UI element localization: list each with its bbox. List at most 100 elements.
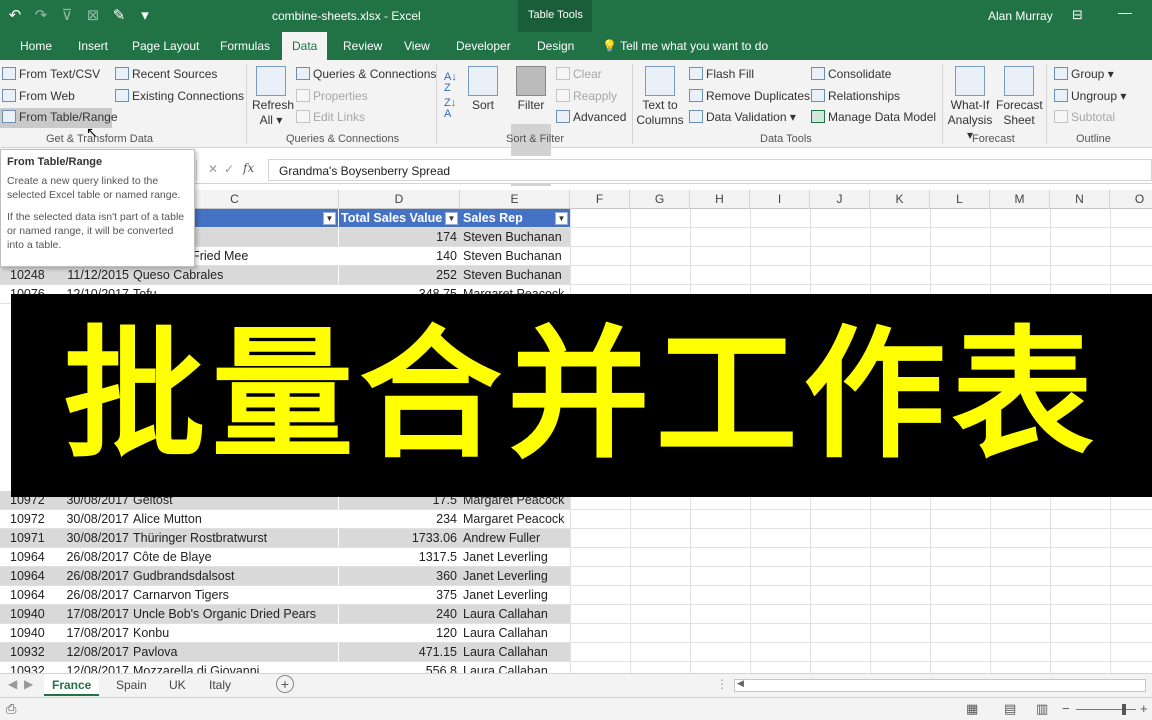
tab-insert[interactable]: Insert [68, 32, 118, 60]
ribbon-display-icon[interactable]: ⊟ [1072, 7, 1083, 23]
scroll-sheets-right-icon[interactable]: ▶ [24, 677, 33, 691]
column-header-g[interactable]: G [630, 190, 690, 209]
group-button[interactable]: Group ▾ [1054, 67, 1114, 81]
cell-sales-value[interactable]: 252 [339, 266, 460, 284]
new-sheet-icon[interactable]: + [276, 675, 294, 693]
remove-duplicates-button[interactable]: Remove Duplicates [689, 89, 810, 103]
column-header-j[interactable]: J [810, 190, 870, 209]
tab-design[interactable]: Design [527, 32, 584, 60]
cell-order-id[interactable]: 10932 [0, 662, 62, 673]
cell-order-id[interactable]: 10964 [0, 567, 62, 585]
cell-product[interactable]: Alice Mutton [131, 510, 339, 528]
cell-order-id[interactable]: 10248 [0, 266, 62, 284]
page-break-view-icon[interactable]: ▥ [1036, 701, 1048, 717]
minimize-icon[interactable]: — [1118, 4, 1132, 20]
cell-product[interactable]: Mozzarella di Giovanni [131, 662, 339, 673]
tell-me-search[interactable]: 💡 Tell me what you want to do [592, 32, 778, 60]
refresh-all-button[interactable]: Refresh All ▾ [252, 66, 294, 128]
sort-button[interactable]: Sort [468, 66, 498, 113]
table-row[interactable]: 10964 26/08/2017 Gudbrandsdalsost 360 Ja… [0, 567, 1152, 586]
column-header-m[interactable]: M [990, 190, 1050, 209]
redo-icon[interactable]: ↷ [28, 6, 54, 24]
sheet-tab-italy[interactable]: Italy [201, 674, 239, 696]
cell-sales-value[interactable]: 1733.06 [339, 529, 460, 547]
scroll-left-icon[interactable]: ◀ [737, 678, 744, 689]
splitter-icon[interactable]: ⋮ [716, 677, 728, 691]
confirm-icon[interactable]: ✓ [224, 162, 234, 176]
cell-sales-value[interactable]: 471.15 [339, 643, 460, 661]
queries-connections-button[interactable]: Queries & Connections [296, 67, 436, 81]
cell-date[interactable]: 26/08/2017 [62, 548, 131, 566]
cell-sales-value[interactable]: 174 [339, 228, 460, 246]
cell-product[interactable]: Uncle Bob's Organic Dried Pears [131, 605, 339, 623]
page-layout-view-icon[interactable]: ▤ [1004, 701, 1016, 717]
recent-sources-button[interactable]: Recent Sources [115, 67, 217, 81]
user-name[interactable]: Alan Murray [988, 9, 1053, 23]
formula-input[interactable]: Grandma's Boysenberry Spread [268, 159, 1152, 181]
horizontal-scrollbar[interactable]: ◀ [734, 678, 1146, 692]
column-header-i[interactable]: I [750, 190, 810, 209]
manage-data-model-button[interactable]: Manage Data Model [811, 110, 936, 124]
cancel-icon[interactable]: ✕ [208, 162, 218, 176]
cell-sales-rep[interactable]: Steven Buchanan [460, 247, 570, 265]
header-sales-rep[interactable]: Sales Rep ▼ [460, 209, 570, 227]
sort-az-icon[interactable]: A↓ Z [444, 72, 457, 94]
cell-date[interactable]: 17/08/2017 [62, 605, 131, 623]
table-row[interactable]: 10940 17/08/2017 Uncle Bob's Organic Dri… [0, 605, 1152, 624]
sort-za-icon[interactable]: Z↓ A [444, 98, 456, 120]
table-row[interactable]: 10932 12/08/2017 Mozzarella di Giovanni … [0, 662, 1152, 673]
advanced-filter-button[interactable]: Advanced [556, 110, 626, 124]
cell-sales-rep[interactable]: Janet Leverling [460, 567, 570, 585]
from-table-range-button[interactable]: From Table/Range [2, 110, 118, 124]
normal-view-icon[interactable]: ▦ [966, 701, 978, 717]
filter-dropdown-icon[interactable]: ▼ [555, 212, 568, 225]
cell-product[interactable]: Thüringer Rostbratwurst [131, 529, 339, 547]
cell-order-id[interactable]: 10940 [0, 605, 62, 623]
zoom-slider[interactable] [1076, 709, 1136, 710]
subtotal-button[interactable]: Subtotal [1054, 110, 1115, 124]
zoom-slider-thumb[interactable] [1122, 704, 1126, 715]
table-row[interactable]: 10248 11/12/2015 Queso Cabrales 252 Stev… [0, 266, 1152, 285]
column-header-l[interactable]: L [930, 190, 990, 209]
relationships-button[interactable]: Relationships [811, 89, 900, 103]
filter-button[interactable]: Filter [513, 66, 549, 113]
table-row[interactable]: 10940 17/08/2017 Konbu 120 Laura Callaha… [0, 624, 1152, 643]
edit-links-button[interactable]: Edit Links [296, 110, 365, 124]
what-if-analysis-button[interactable]: What-If Analysis ▾ [944, 66, 996, 143]
cell-sales-value[interactable]: 360 [339, 567, 460, 585]
cell-sales-rep[interactable]: Margaret Peacock [460, 510, 570, 528]
cell-sales-value[interactable]: 375 [339, 586, 460, 604]
zoom-in-icon[interactable]: + [1140, 701, 1148, 716]
tab-page-layout[interactable]: Page Layout [122, 32, 209, 60]
column-header-f[interactable]: F [570, 190, 630, 209]
customize-qa-icon[interactable]: ▾ [132, 6, 158, 24]
cell-sales-value[interactable]: 140 [339, 247, 460, 265]
tab-formulas[interactable]: Formulas [210, 32, 280, 60]
header-total-sales[interactable]: Total Sales Value ▼ [339, 209, 460, 227]
zoom-out-icon[interactable]: − [1062, 701, 1070, 716]
cell-date[interactable]: 26/08/2017 [62, 586, 131, 604]
clear-filter-button[interactable]: Clear [556, 67, 602, 81]
from-text-csv-button[interactable]: From Text/CSV [2, 67, 100, 81]
table-row[interactable]: 10972 30/08/2017 Alice Mutton 234 Margar… [0, 510, 1152, 529]
cell-product[interactable]: Queso Cabrales [131, 266, 339, 284]
cell-sales-value[interactable]: 120 [339, 624, 460, 642]
cell-sales-value[interactable]: 240 [339, 605, 460, 623]
cell-date[interactable]: 12/08/2017 [62, 643, 131, 661]
column-header-o[interactable]: O [1110, 190, 1152, 209]
scroll-sheets-left-icon[interactable]: ◀ [8, 677, 17, 691]
reapply-button[interactable]: Reapply [556, 89, 617, 103]
cell-order-id[interactable]: 10971 [0, 529, 62, 547]
filter-qa-icon[interactable]: ⊽ [54, 6, 80, 24]
cell-product[interactable]: Konbu [131, 624, 339, 642]
column-header-d[interactable]: D [339, 190, 460, 209]
ungroup-button[interactable]: Ungroup ▾ [1054, 89, 1126, 103]
cell-product[interactable]: Pavlova [131, 643, 339, 661]
column-header-k[interactable]: K [870, 190, 930, 209]
column-header-e[interactable]: E [460, 190, 570, 209]
cell-sales-rep[interactable]: Steven Buchanan [460, 266, 570, 284]
cell-product[interactable]: Côte de Blaye [131, 548, 339, 566]
text-to-columns-button[interactable]: Text to Columns [636, 66, 684, 128]
cell-sales-rep[interactable]: Laura Callahan [460, 662, 570, 673]
cell-sales-rep[interactable]: Laura Callahan [460, 643, 570, 661]
